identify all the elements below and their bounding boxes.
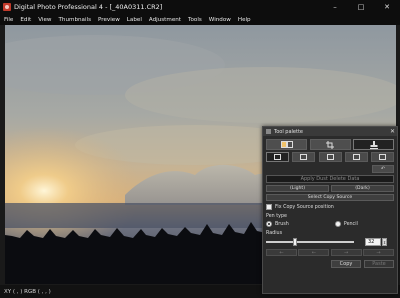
stamp-icon <box>369 140 378 149</box>
tab-basic-adjust[interactable] <box>266 139 307 150</box>
menu-thumbnails[interactable]: Thumbnails <box>59 17 92 23</box>
radius-row: Radius <box>263 227 397 236</box>
brush-label: Brush <box>275 221 289 227</box>
menu-bar: File Edit View Thumbnails Preview Label … <box>0 14 400 25</box>
light-dark-row: (Light) (Dark) <box>263 183 397 192</box>
color-icon <box>352 154 360 160</box>
fix-copy-source-label: Fix Copy Source position <box>275 204 334 210</box>
pen-type-row: Pen type <box>263 210 397 219</box>
fix-copy-source-checkbox[interactable] <box>266 204 272 210</box>
navigation-icon-row: ← ← → → <box>263 246 397 256</box>
tab-crop[interactable] <box>309 139 351 150</box>
tab-sub-3[interactable] <box>318 152 342 162</box>
menu-edit[interactable]: Edit <box>20 17 31 23</box>
close-button[interactable]: ✕ <box>374 0 400 14</box>
palette-main-tabs <box>263 136 397 150</box>
light-button[interactable]: (Light) <box>266 185 329 192</box>
tool-palette: Tool palette ✕ ↶ Apply Dust Delete Data … <box>262 126 398 294</box>
menu-view[interactable]: View <box>38 17 51 23</box>
palette-sub-tabs <box>263 150 397 162</box>
radius-spinner[interactable]: ⇕ <box>382 238 387 246</box>
status-coordinates: XY ( , ) RGB ( , , ) <box>4 288 51 295</box>
minimize-button[interactable]: – <box>322 0 348 14</box>
tab-sub-2[interactable] <box>292 152 316 162</box>
tab-sub-4[interactable] <box>344 152 368 162</box>
menu-tools[interactable]: Tools <box>188 17 202 23</box>
palette-icon <box>266 129 271 134</box>
select-copy-source-button[interactable]: Select Copy Source <box>266 194 394 201</box>
adjust-icon <box>280 141 293 148</box>
panel-icon <box>274 154 281 160</box>
undo-button[interactable]: ↶ <box>372 165 394 173</box>
app-icon <box>3 3 11 11</box>
next-last-button[interactable]: → <box>362 249 394 256</box>
menu-file[interactable]: File <box>4 17 13 23</box>
palette-close-icon[interactable]: ✕ <box>390 127 395 136</box>
curve-icon <box>326 154 334 160</box>
prev-first-button[interactable]: ← <box>266 249 297 256</box>
title-bar: Digital Photo Professional 4 - [_40A0311… <box>0 0 400 14</box>
menu-help[interactable]: Help <box>238 17 251 23</box>
pen-type-options: Brush Pencil <box>263 219 397 227</box>
pencil-radio[interactable] <box>334 221 341 227</box>
crop-icon <box>326 140 334 149</box>
prev-button[interactable]: ← <box>298 249 330 256</box>
apply-dust-delete-button[interactable]: Apply Dust Delete Data <box>266 175 394 183</box>
paste-button[interactable]: Paste <box>364 260 394 268</box>
maximize-button[interactable]: □ <box>348 0 374 14</box>
next-button[interactable]: → <box>330 249 362 256</box>
undo-row: ↶ <box>263 162 397 173</box>
pencil-label: Pencil <box>343 221 358 227</box>
menu-preview[interactable]: Preview <box>98 17 120 23</box>
radius-slider[interactable] <box>266 238 354 246</box>
pen-type-label: Pen type <box>266 214 287 219</box>
tab-dust-delete[interactable] <box>353 139 394 150</box>
radius-slider-thumb[interactable] <box>293 238 297 246</box>
lens-icon <box>300 154 308 160</box>
palette-title-bar[interactable]: Tool palette ✕ <box>263 127 397 136</box>
menu-window[interactable]: Window <box>209 17 231 23</box>
fix-copy-source-row: Fix Copy Source position <box>263 201 397 210</box>
brush-radio[interactable] <box>266 221 272 227</box>
tab-sub-1[interactable] <box>266 152 289 162</box>
radius-control: 32 ⇕ <box>263 236 397 246</box>
radius-input[interactable]: 32 <box>365 238 381 246</box>
window-title: Digital Photo Professional 4 - [_40A0311… <box>14 3 163 11</box>
gear-icon <box>379 154 386 160</box>
dark-button[interactable]: (Dark) <box>331 185 394 192</box>
window-controls: – □ ✕ <box>322 0 400 14</box>
copy-button[interactable]: Copy <box>331 260 361 268</box>
copy-paste-row: Copy Paste <box>263 256 397 268</box>
menu-label[interactable]: Label <box>127 17 142 23</box>
tab-sub-5[interactable] <box>371 152 394 162</box>
palette-title: Tool palette <box>274 128 304 135</box>
menu-adjustment[interactable]: Adjustment <box>149 17 181 23</box>
